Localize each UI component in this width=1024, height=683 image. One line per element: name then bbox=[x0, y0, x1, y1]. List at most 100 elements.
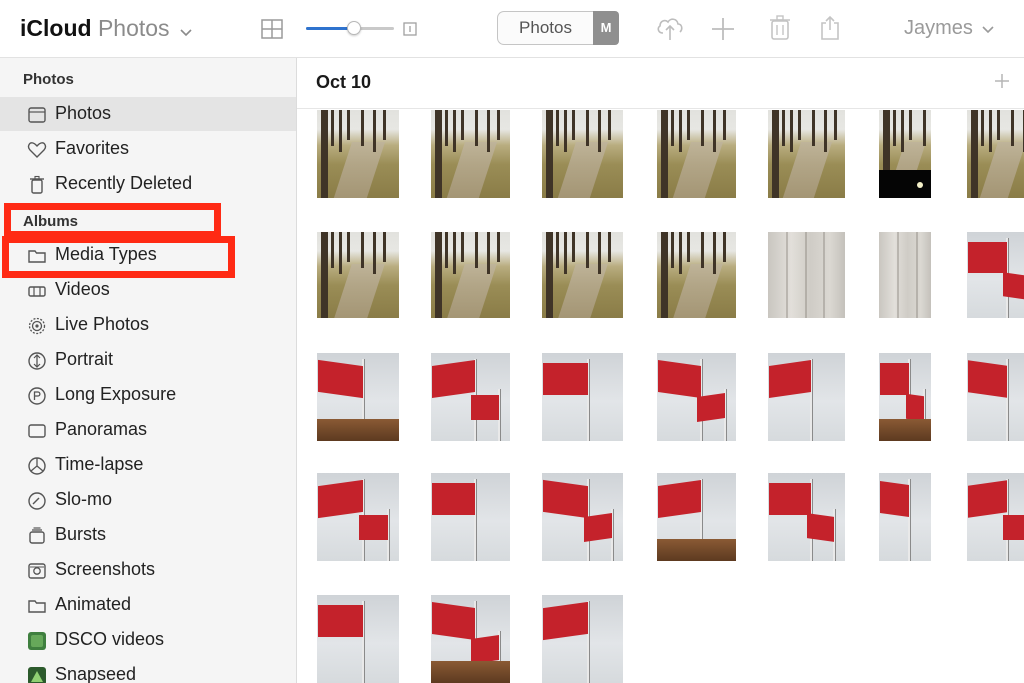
sidebar-item-live-photos[interactable]: Live Photos bbox=[0, 308, 296, 342]
photo-thumbnail[interactable] bbox=[967, 473, 1024, 561]
upload-cloud-icon[interactable] bbox=[655, 14, 685, 47]
chevron-down-icon bbox=[982, 17, 995, 40]
video-icon bbox=[27, 281, 47, 301]
sidebar-item-slo-mo[interactable]: Slo-mo bbox=[0, 483, 296, 517]
sidebar: Photos Photos Favorites Recently Deleted… bbox=[0, 58, 297, 683]
grid-view-icon[interactable] bbox=[261, 19, 283, 44]
photo-thumbnail[interactable] bbox=[542, 595, 623, 683]
live-photo-icon bbox=[27, 316, 47, 336]
heart-icon bbox=[27, 140, 47, 160]
photo-thumbnail[interactable] bbox=[317, 232, 399, 318]
sidebar-item-label: Videos bbox=[55, 279, 110, 299]
photo-thumbnail[interactable] bbox=[317, 353, 399, 441]
photo-thumbnail[interactable] bbox=[768, 110, 845, 198]
zoom-slider[interactable] bbox=[306, 21, 396, 35]
sidebar-section-photos: Photos bbox=[23, 71, 74, 88]
sidebar-item-label: Slo-mo bbox=[55, 489, 113, 509]
photo-thumbnail[interactable] bbox=[431, 353, 510, 441]
dsco-app-icon bbox=[27, 631, 47, 651]
sidebar-item-time-lapse[interactable]: Time-lapse bbox=[0, 448, 296, 482]
photo-thumbnail[interactable] bbox=[542, 110, 623, 198]
photo-thumbnail[interactable] bbox=[542, 232, 623, 318]
photo-thumbnail[interactable] bbox=[317, 595, 399, 683]
sidebar-item-photos[interactable]: Photos bbox=[0, 97, 296, 131]
brand-photos: Photos bbox=[97, 15, 170, 41]
photo-thumbnail[interactable] bbox=[431, 595, 510, 683]
photo-thumbnail[interactable] bbox=[967, 353, 1024, 441]
photo-thumbnail[interactable] bbox=[768, 232, 845, 318]
sidebar-item-panoramas[interactable]: Panoramas bbox=[0, 413, 296, 447]
sidebar-item-animated[interactable]: Animated bbox=[0, 588, 296, 622]
sidebar-item-snapseed[interactable]: Snapseed bbox=[0, 658, 296, 683]
sidebar-item-recently-deleted[interactable]: Recently Deleted bbox=[0, 167, 296, 201]
photo-thumbnail[interactable] bbox=[879, 232, 931, 318]
moment-date-heading: Oct 10 bbox=[316, 72, 372, 92]
annotation-highlight-albums bbox=[4, 203, 221, 238]
chevron-down-icon bbox=[180, 16, 192, 43]
moments-segment-button[interactable]: M bbox=[593, 11, 619, 45]
sidebar-item-label: Favorites bbox=[55, 138, 130, 158]
photo-thumbnail[interactable] bbox=[317, 110, 399, 198]
photo-thumbnail[interactable] bbox=[768, 473, 845, 561]
library-segmented-control: Photos M bbox=[497, 11, 619, 45]
photo-thumbnail[interactable] bbox=[431, 232, 510, 318]
sidebar-item-label: Screenshots bbox=[55, 559, 156, 579]
photo-thumbnail[interactable] bbox=[657, 110, 736, 198]
sidebar-item-label: Recently Deleted bbox=[55, 173, 193, 193]
top-toolbar: iCloud Photos Photos M Jaymes bbox=[0, 0, 1024, 58]
sidebar-item-label: Animated bbox=[55, 594, 132, 614]
sidebar-item-label: DSCO videos bbox=[55, 629, 165, 649]
add-to-album-icon[interactable] bbox=[994, 73, 1010, 94]
photo-thumbnail[interactable] bbox=[657, 473, 736, 561]
user-name: Jaymes bbox=[904, 17, 973, 39]
sidebar-item-dsco-videos[interactable]: DSCO videos bbox=[0, 623, 296, 657]
photos-icon bbox=[27, 105, 47, 125]
sidebar-item-label: Panoramas bbox=[55, 419, 148, 439]
sidebar-item-label: Portrait bbox=[55, 349, 114, 369]
trash-icon[interactable] bbox=[769, 15, 791, 46]
photo-thumbnail[interactable] bbox=[768, 353, 845, 441]
annotation-highlight-media-types bbox=[2, 236, 235, 278]
snapseed-app-icon bbox=[27, 666, 47, 683]
add-icon[interactable] bbox=[710, 16, 736, 47]
account-menu[interactable]: Jaymes bbox=[904, 17, 995, 40]
sidebar-item-screenshots[interactable]: Screenshots bbox=[0, 553, 296, 587]
sidebar-item-label: Bursts bbox=[55, 524, 107, 544]
photo-thumbnail[interactable] bbox=[542, 473, 623, 561]
bursts-icon bbox=[27, 526, 47, 546]
photo-thumbnail[interactable] bbox=[431, 473, 510, 561]
photo-thumbnail[interactable] bbox=[657, 353, 736, 441]
photo-thumbnail[interactable] bbox=[879, 473, 931, 561]
portrait-icon bbox=[27, 351, 47, 371]
zoom-slider-knob[interactable] bbox=[347, 21, 362, 35]
photos-segment-button[interactable]: Photos bbox=[497, 11, 593, 45]
moment-header: Oct 10 bbox=[297, 58, 1024, 109]
photo-thumbnail[interactable] bbox=[317, 473, 399, 561]
photo-thumbnail[interactable] bbox=[879, 353, 931, 441]
single-photo-view-icon[interactable] bbox=[403, 22, 417, 41]
photo-thumbnail[interactable] bbox=[431, 110, 510, 198]
sidebar-item-long-exposure[interactable]: Long Exposure bbox=[0, 378, 296, 412]
folder-icon bbox=[27, 596, 47, 616]
photo-thumbnail[interactable] bbox=[657, 232, 736, 318]
sidebar-item-favorites[interactable]: Favorites bbox=[0, 132, 296, 166]
sidebar-item-portrait[interactable]: Portrait bbox=[0, 343, 296, 377]
photo-thumbnail[interactable] bbox=[967, 232, 1024, 318]
share-icon[interactable] bbox=[819, 15, 841, 46]
sidebar-item-bursts[interactable]: Bursts bbox=[0, 518, 296, 552]
brand-icloud: iCloud bbox=[20, 15, 92, 41]
sidebar-item-videos[interactable]: Videos bbox=[0, 273, 296, 307]
sidebar-item-label: Photos bbox=[55, 103, 112, 123]
slomo-icon bbox=[27, 491, 47, 511]
photo-grid-pane: Oct 10 bbox=[297, 58, 1024, 683]
photo-thumbnail[interactable] bbox=[967, 110, 1024, 198]
photo-thumbnail[interactable] bbox=[542, 353, 623, 441]
screenshot-icon bbox=[27, 561, 47, 581]
long-exposure-icon bbox=[27, 386, 47, 406]
panorama-icon bbox=[27, 421, 47, 441]
sidebar-item-label: Time-lapse bbox=[55, 454, 144, 474]
trash-icon bbox=[27, 175, 47, 195]
app-title-menu[interactable]: iCloud Photos bbox=[20, 15, 192, 43]
photo-thumbnail[interactable] bbox=[879, 110, 931, 198]
sidebar-item-label: Live Photos bbox=[55, 314, 150, 334]
